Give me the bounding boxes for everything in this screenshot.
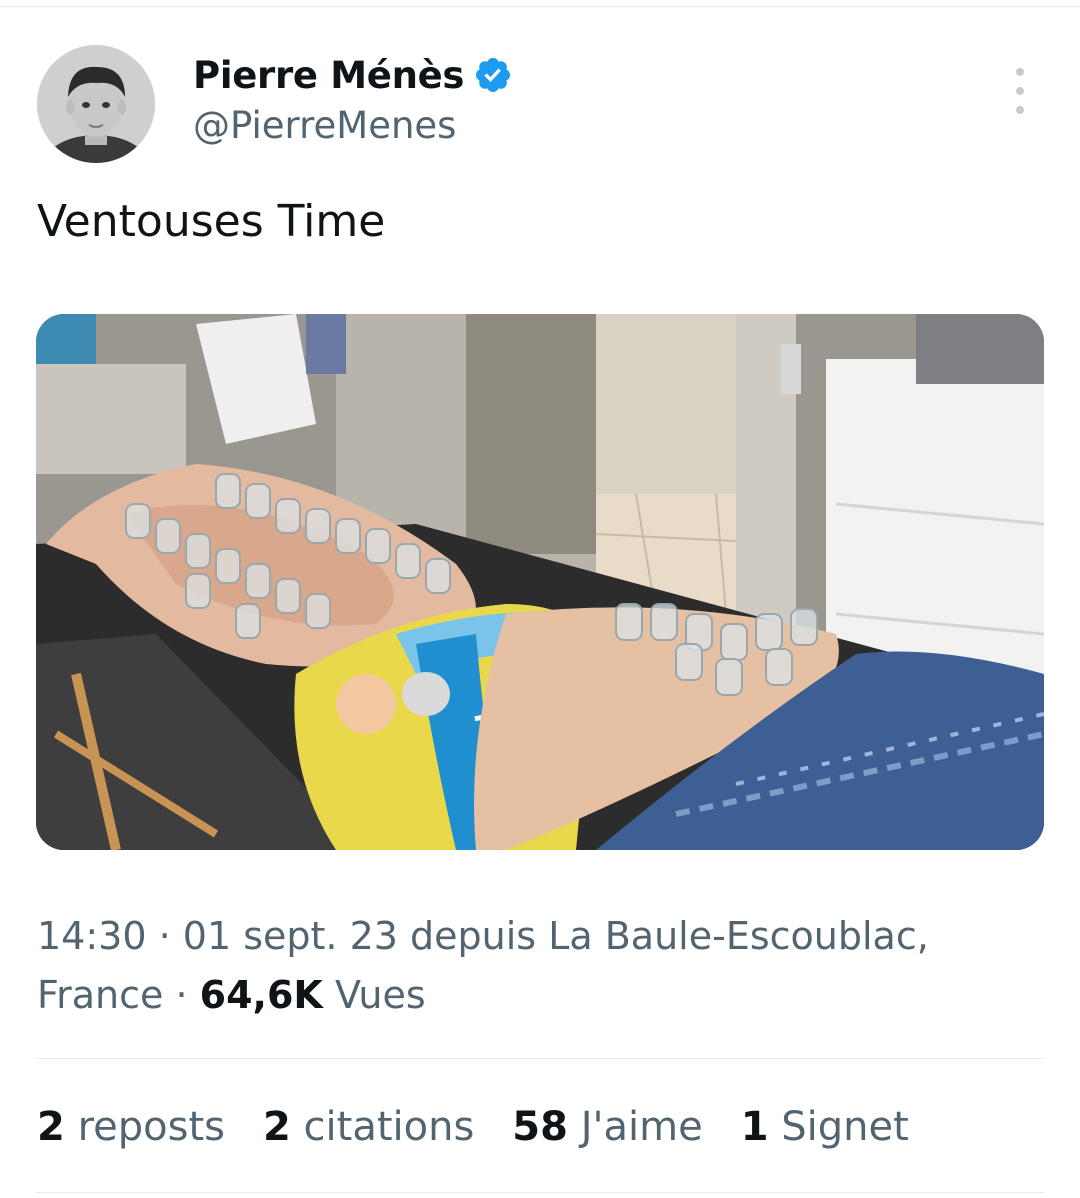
tweet-text: Ventouses Time — [37, 196, 386, 247]
views-count: 64,6K — [199, 973, 323, 1017]
tweet-photo[interactable]: PULL — [36, 314, 1044, 850]
likes-stat[interactable]: 58 J'aime — [512, 1104, 702, 1150]
tweet-location-part2[interactable]: France — [37, 973, 163, 1017]
meta-separator: · — [175, 973, 188, 1017]
source-prefix: depuis — [410, 914, 537, 958]
bottom-divider — [36, 1192, 1044, 1193]
avatar[interactable] — [37, 45, 155, 163]
author-name-row[interactable]: Pierre Ménès — [193, 50, 513, 100]
tweet-location-part1[interactable]: La Baule-Escoublac, — [548, 914, 929, 958]
tweet-date[interactable]: 01 sept. 23 — [183, 914, 398, 958]
engagement-stats: 2 reposts 2 citations 58 J'aime 1 Signet — [37, 1104, 947, 1150]
author-handle[interactable]: @PierreMenes — [193, 104, 456, 147]
verified-badge-icon — [473, 55, 513, 95]
display-name[interactable]: Pierre Ménès — [193, 54, 464, 97]
reposts-stat[interactable]: 2 reposts — [37, 1104, 225, 1150]
tweet-time[interactable]: 14:30 — [37, 914, 147, 958]
divider — [36, 1058, 1044, 1059]
more-options-icon[interactable] — [1000, 68, 1040, 114]
photo-illustration: PULL — [36, 314, 1044, 850]
quotes-stat[interactable]: 2 citations — [263, 1104, 474, 1150]
tweet-meta-line2: France · 64,6K Vues — [37, 973, 426, 1017]
meta-separator: · — [158, 914, 171, 958]
avatar-photo — [37, 45, 155, 163]
views-label: Vues — [334, 973, 426, 1017]
top-divider — [0, 6, 1080, 7]
bookmarks-stat[interactable]: 1 Signet — [741, 1104, 909, 1150]
tweet-meta-line1: 14:30 · 01 sept. 23 depuis La Baule-Esco… — [37, 914, 929, 958]
